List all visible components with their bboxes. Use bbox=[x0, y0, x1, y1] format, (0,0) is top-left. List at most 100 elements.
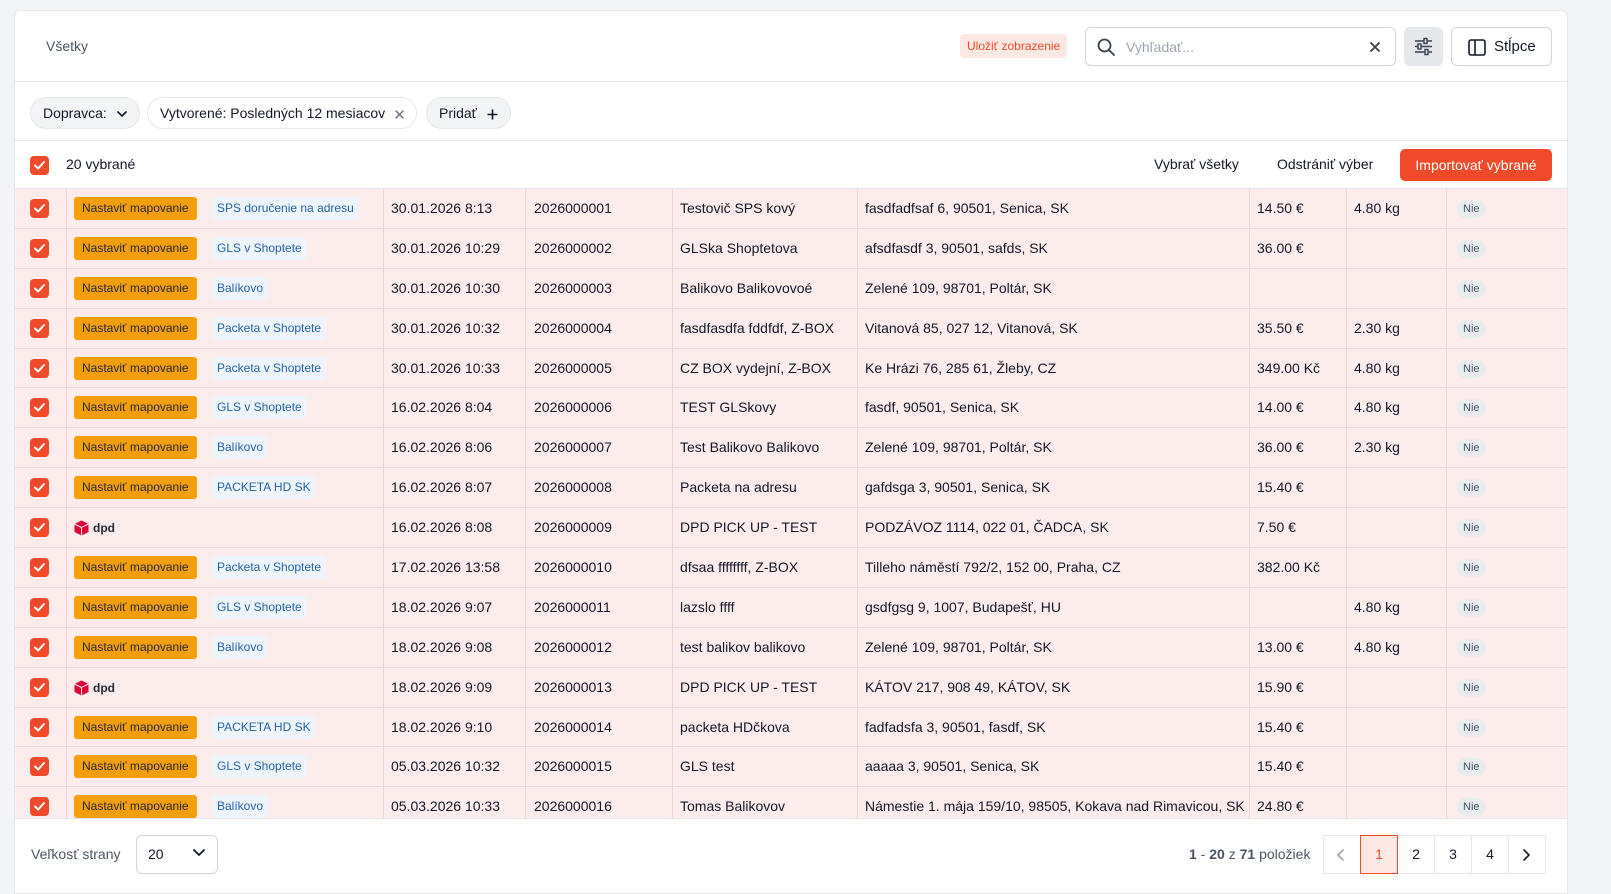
set-mapping-button[interactable]: Nastaviť mapovanie bbox=[74, 635, 197, 659]
set-mapping-button[interactable]: Nastaviť mapovanie bbox=[74, 197, 197, 220]
carrier-badge: Packeta v Shoptete bbox=[212, 356, 327, 380]
set-mapping-button[interactable]: Nastaviť mapovanie bbox=[74, 556, 197, 580]
row-checkbox[interactable] bbox=[30, 398, 49, 418]
row-checkbox[interactable] bbox=[30, 558, 49, 578]
package-weight bbox=[1354, 747, 1442, 786]
carrier-badge: Balíkovo bbox=[212, 795, 269, 818]
table-row[interactable]: Nastaviť mapovanie SPS doručenie na adre… bbox=[15, 189, 1567, 229]
set-mapping-button[interactable]: Nastaviť mapovanie bbox=[74, 595, 197, 619]
column-divider bbox=[1346, 228, 1347, 268]
table-row[interactable]: Nastaviť mapovanie PACKETA HD SK 16.02.2… bbox=[15, 468, 1567, 509]
page-size-select[interactable]: 20 bbox=[136, 835, 218, 874]
order-price: 35.50 € bbox=[1257, 319, 1304, 336]
page-button-3[interactable]: 3 bbox=[1434, 835, 1472, 874]
save-view-button[interactable]: Uložiť zobrazenie bbox=[960, 34, 1068, 58]
table-row[interactable]: dpd 16.02.2026 8:08 2026000009 DPD PICK … bbox=[15, 508, 1567, 549]
order-price: 14.50 € bbox=[1257, 200, 1304, 216]
status-badge: Nie bbox=[1457, 279, 1486, 298]
table-row[interactable]: Nastaviť mapovanie Balíkovo 18.02.2026 9… bbox=[15, 627, 1567, 668]
clear-search-icon[interactable] bbox=[1365, 37, 1385, 57]
import-selected-button[interactable]: Importovať vybrané bbox=[1400, 149, 1552, 181]
table-row[interactable]: Nastaviť mapovanie GLS v Shoptete 05.03.… bbox=[15, 747, 1567, 788]
table-row[interactable]: Nastaviť mapovanie Packeta v Shoptete 30… bbox=[15, 348, 1567, 389]
delivery-address: Zelené 109, 98701, Poltár, SK bbox=[865, 279, 1052, 296]
table-row[interactable]: Nastaviť mapovanie Balíkovo 16.02.2026 8… bbox=[15, 428, 1567, 469]
next-page-button[interactable] bbox=[1508, 835, 1546, 874]
set-mapping-button[interactable]: Nastaviť mapovanie bbox=[74, 715, 197, 739]
set-mapping-button[interactable]: Nastaviť mapovanie bbox=[74, 795, 197, 818]
column-divider bbox=[1446, 548, 1447, 587]
row-checkbox[interactable] bbox=[30, 358, 49, 378]
status-badge: Nie bbox=[1457, 559, 1486, 578]
columns-button[interactable]: Stĺpce bbox=[1451, 27, 1552, 66]
search-box[interactable] bbox=[1085, 27, 1396, 66]
delivery-address: Zelené 109, 98701, Poltár, SK bbox=[865, 439, 1052, 456]
page-button-1[interactable]: 1 bbox=[1360, 835, 1398, 874]
table-row[interactable]: Nastaviť mapovanie Packeta v Shoptete 30… bbox=[15, 308, 1567, 349]
created-date: 16.02.2026 8:04 bbox=[391, 399, 493, 416]
add-filter-chip[interactable]: Pridať bbox=[426, 97, 511, 129]
row-checkbox[interactable] bbox=[30, 597, 49, 617]
column-divider bbox=[1249, 787, 1250, 818]
table-row[interactable]: Nastaviť mapovanie GLS v Shoptete 18.02.… bbox=[15, 587, 1567, 628]
set-mapping-button[interactable]: Nastaviť mapovanie bbox=[74, 396, 197, 420]
created-date: 05.03.2026 10:32 bbox=[391, 758, 500, 775]
page-button-2[interactable]: 2 bbox=[1397, 835, 1435, 874]
row-checkbox[interactable] bbox=[30, 238, 49, 258]
select-all-link[interactable]: Vybrať všetky bbox=[1154, 156, 1239, 172]
created-filter-chip[interactable]: Vytvorené: Posledných 12 mesiacov bbox=[147, 97, 418, 129]
set-mapping-button[interactable]: Nastaviť mapovanie bbox=[74, 236, 197, 260]
filter-settings-button[interactable] bbox=[1404, 27, 1443, 66]
created-date: 16.02.2026 8:06 bbox=[391, 439, 493, 456]
customer-name: fasdfasdfa fddfdf, Z-BOX bbox=[680, 319, 835, 336]
set-mapping-button[interactable]: Nastaviť mapovanie bbox=[74, 755, 197, 779]
row-checkbox[interactable] bbox=[30, 637, 49, 657]
table-row[interactable]: Nastaviť mapovanie Packeta v Shoptete 17… bbox=[15, 548, 1567, 588]
status-badge: Nie bbox=[1457, 359, 1486, 378]
delivery-address: afsdfasdf 3, 90501, safds, SK bbox=[865, 239, 1048, 256]
column-divider bbox=[525, 667, 526, 707]
column-divider bbox=[525, 268, 526, 308]
row-checkbox[interactable] bbox=[30, 199, 49, 218]
page-button-4[interactable]: 4 bbox=[1471, 835, 1509, 874]
status-badge: Nie bbox=[1457, 678, 1486, 697]
column-divider bbox=[1346, 667, 1347, 707]
row-checkbox[interactable] bbox=[30, 797, 49, 817]
column-divider bbox=[525, 627, 526, 667]
column-divider bbox=[1346, 428, 1347, 468]
column-divider bbox=[1446, 707, 1447, 747]
chevron-down-icon bbox=[116, 110, 127, 117]
search-input[interactable] bbox=[1126, 36, 1356, 58]
table-row[interactable]: dpd 18.02.2026 9:09 2026000013 DPD PICK … bbox=[15, 667, 1567, 708]
table-row[interactable]: Nastaviť mapovanie GLS v Shoptete 16.02.… bbox=[15, 388, 1567, 429]
table-row[interactable]: Nastaviť mapovanie Balíkovo 05.03.2026 1… bbox=[15, 787, 1567, 818]
row-checkbox[interactable] bbox=[30, 518, 49, 538]
row-checkbox[interactable] bbox=[30, 757, 49, 777]
set-mapping-button[interactable]: Nastaviť mapovanie bbox=[74, 276, 197, 300]
order-number: 2026000007 bbox=[534, 439, 612, 456]
table-row[interactable]: Nastaviť mapovanie PACKETA HD SK 18.02.2… bbox=[15, 707, 1567, 748]
column-divider bbox=[857, 707, 858, 747]
select-all-checkbox[interactable] bbox=[30, 156, 49, 175]
set-mapping-button[interactable]: Nastaviť mapovanie bbox=[74, 316, 197, 340]
carrier-filter-chip[interactable]: Dopravca: bbox=[30, 97, 140, 129]
row-checkbox[interactable] bbox=[30, 278, 49, 298]
row-checkbox[interactable] bbox=[30, 478, 49, 498]
remove-filter-icon[interactable] bbox=[395, 110, 404, 119]
tab-all[interactable]: Všetky bbox=[46, 38, 88, 54]
carrier-badge: Balíkovo bbox=[212, 635, 269, 659]
prev-page-button[interactable] bbox=[1323, 835, 1361, 874]
set-mapping-button[interactable]: Nastaviť mapovanie bbox=[74, 436, 197, 460]
row-checkbox[interactable] bbox=[30, 318, 49, 338]
row-checkbox[interactable] bbox=[30, 438, 49, 458]
column-divider bbox=[66, 468, 67, 508]
carrier-badge: PACKETA HD SK bbox=[212, 476, 316, 500]
clear-selection-link[interactable]: Odstrániť výber bbox=[1277, 156, 1373, 172]
table-row[interactable]: Nastaviť mapovanie Balíkovo 30.01.2026 1… bbox=[15, 268, 1567, 309]
check-icon bbox=[34, 403, 45, 412]
row-checkbox[interactable] bbox=[30, 717, 49, 737]
set-mapping-button[interactable]: Nastaviť mapovanie bbox=[74, 356, 197, 380]
set-mapping-button[interactable]: Nastaviť mapovanie bbox=[74, 476, 197, 500]
row-checkbox[interactable] bbox=[30, 677, 49, 697]
table-row[interactable]: Nastaviť mapovanie GLS v Shoptete 30.01.… bbox=[15, 228, 1567, 269]
